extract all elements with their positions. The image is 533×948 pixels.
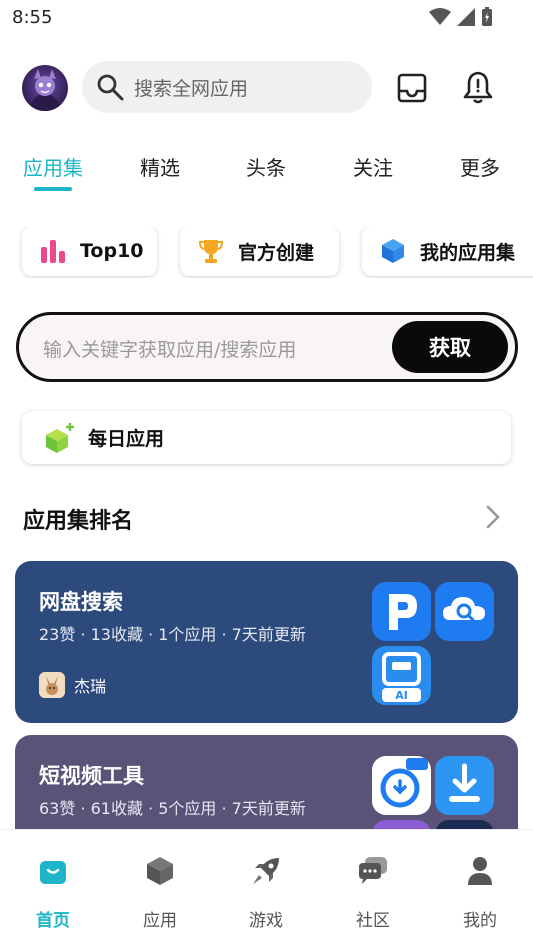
notification-button[interactable] bbox=[462, 70, 494, 104]
signal-icon bbox=[457, 8, 475, 26]
bell-icon bbox=[463, 71, 493, 104]
chip-label: 我的应用集 bbox=[420, 241, 516, 264]
card-title: 网盘搜索 bbox=[39, 590, 123, 614]
tab-headlines[interactable]: 头条 bbox=[226, 152, 306, 181]
ranking-section-title: 应用集排名 bbox=[23, 509, 134, 534]
chip-official[interactable]: 官方创建 bbox=[180, 226, 339, 276]
pikpak-app-icon bbox=[372, 582, 431, 641]
nav-community[interactable]: 社区 bbox=[333, 852, 413, 931]
collection-card[interactable]: 网盘搜索 23赞 · 13收藏 · 1个应用 · 7天前更新 杰瑞 AI bbox=[15, 561, 518, 723]
inbox-icon bbox=[397, 73, 427, 103]
status-icons bbox=[429, 7, 493, 27]
battery-icon bbox=[482, 7, 492, 26]
tab-more[interactable]: 更多 bbox=[440, 152, 520, 181]
bottom-navigation: 首页 应用 游戏 社区 我的 bbox=[0, 829, 533, 948]
nav-home[interactable]: 首页 bbox=[13, 852, 93, 931]
nav-label: 我的 bbox=[463, 911, 497, 931]
chip-my-collections[interactable]: 我的应用集 bbox=[362, 226, 533, 276]
nav-label: 游戏 bbox=[249, 911, 283, 931]
daily-app-label: 每日应用 bbox=[88, 428, 165, 450]
search-placeholder: 搜索全网应用 bbox=[134, 77, 249, 100]
nav-label: 首页 bbox=[36, 911, 70, 931]
chip-label: Top10 bbox=[80, 240, 144, 262]
nav-label: 应用 bbox=[143, 911, 177, 931]
chip-label: 官方创建 bbox=[238, 241, 315, 264]
search-icon bbox=[96, 73, 124, 101]
nav-label: 社区 bbox=[356, 911, 390, 931]
cloud-search-app-icon bbox=[435, 582, 494, 641]
cube-icon bbox=[380, 238, 406, 264]
video-app-icon bbox=[372, 756, 431, 815]
card-title: 短视频工具 bbox=[39, 764, 144, 788]
category-tabs: 应用集 精选 头条 关注 更多 bbox=[0, 148, 533, 194]
nav-games[interactable]: 游戏 bbox=[226, 852, 306, 931]
wifi-icon bbox=[429, 8, 451, 25]
inbox-button[interactable] bbox=[396, 72, 428, 104]
author-name: 杰瑞 bbox=[74, 677, 107, 696]
person-icon bbox=[440, 852, 520, 890]
rocket-icon bbox=[226, 852, 306, 890]
chevron-right-icon bbox=[486, 505, 500, 529]
card-meta: 63赞 · 61收藏 · 5个应用 · 7天前更新 bbox=[39, 799, 306, 818]
tab-app-collections[interactable]: 应用集 bbox=[13, 152, 93, 181]
active-tab-indicator bbox=[34, 187, 72, 191]
svg-text:AI: AI bbox=[395, 689, 408, 702]
chat-icon bbox=[333, 852, 413, 890]
status-time: 8:55 bbox=[12, 7, 53, 28]
cube-icon bbox=[120, 852, 200, 890]
chip-top10[interactable]: Top10 bbox=[22, 226, 157, 276]
nav-profile[interactable]: 我的 bbox=[440, 852, 520, 931]
home-bag-icon bbox=[13, 852, 93, 890]
status-bar: 8:55 bbox=[0, 0, 533, 36]
daily-app-button[interactable]: 每日应用 bbox=[22, 411, 511, 464]
search-bar[interactable]: 搜索全网应用 bbox=[82, 61, 372, 113]
shortcut-chips: Top10 官方创建 我的应用集 bbox=[0, 226, 533, 278]
bar-chart-icon bbox=[40, 239, 66, 263]
avatar[interactable] bbox=[22, 65, 68, 111]
card-author[interactable]: 杰瑞 bbox=[39, 672, 106, 698]
cube-plus-icon bbox=[44, 422, 76, 454]
tab-following[interactable]: 关注 bbox=[333, 152, 413, 181]
tab-featured[interactable]: 精选 bbox=[120, 152, 200, 181]
trophy-icon bbox=[198, 238, 224, 264]
ai-box-app-icon: AI bbox=[372, 646, 431, 705]
nav-apps[interactable]: 应用 bbox=[120, 852, 200, 931]
fetch-input-placeholder: 输入关键字获取应用/搜索应用 bbox=[43, 339, 297, 361]
card-meta: 23赞 · 13收藏 · 1个应用 · 7天前更新 bbox=[39, 625, 306, 644]
fetch-button[interactable]: 获取 bbox=[392, 321, 508, 373]
top-bar: 搜索全网应用 bbox=[0, 60, 533, 116]
download-app-icon bbox=[435, 756, 494, 815]
ranking-more-button[interactable] bbox=[484, 504, 502, 530]
author-avatar bbox=[39, 672, 65, 698]
fetch-input-box[interactable]: 输入关键字获取应用/搜索应用 获取 bbox=[16, 312, 518, 382]
